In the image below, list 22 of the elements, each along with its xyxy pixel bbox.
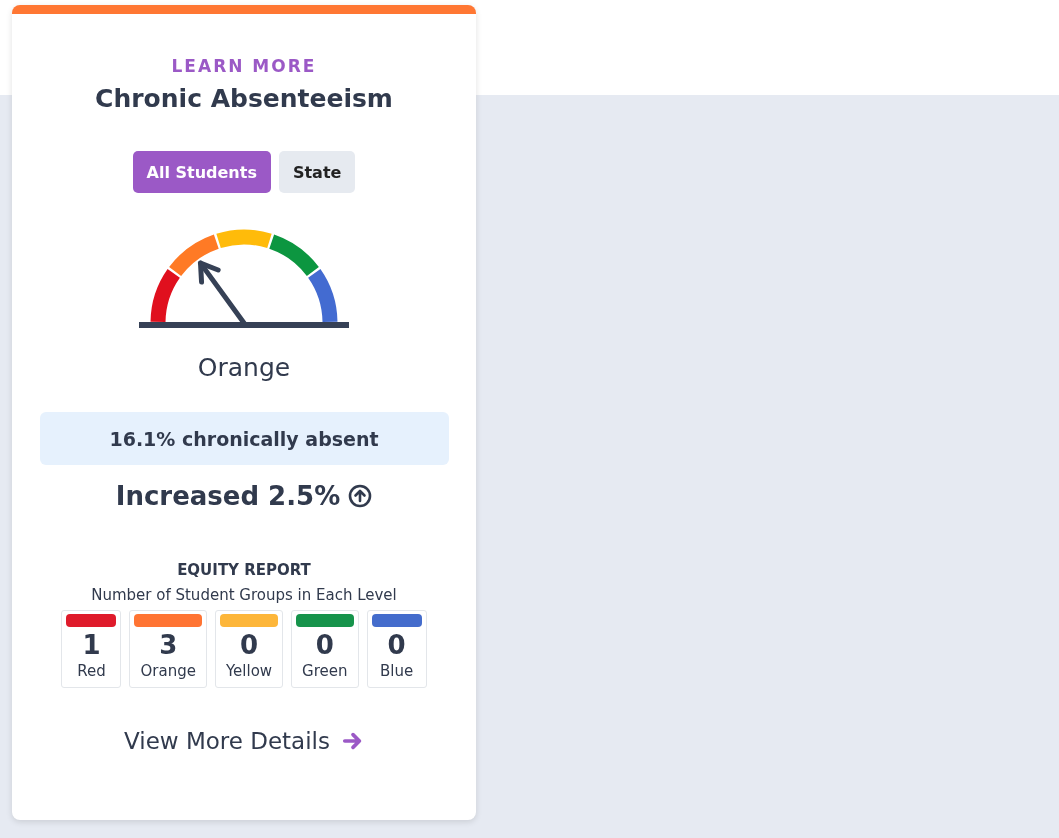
card-title: Chronic Absenteeism xyxy=(95,84,393,113)
arrow-right-icon xyxy=(342,730,364,752)
equity-subtitle: Number of Student Groups in Each Level xyxy=(91,586,397,604)
level-label: Blue xyxy=(378,662,415,680)
filter-tab[interactable]: All Students xyxy=(132,151,271,193)
filter-tab[interactable]: State xyxy=(278,151,356,193)
level-label: Green xyxy=(301,662,349,680)
rate-banner: 16.1% chronically absent xyxy=(39,412,449,465)
change-text: Increased 2.5% xyxy=(115,481,341,511)
equity-title: EQUITY REPORT xyxy=(177,561,311,579)
arrow-up-circle-icon xyxy=(348,484,373,508)
gauge-label: Orange xyxy=(197,353,291,382)
level-count: 0 xyxy=(387,630,406,660)
level-label: Red xyxy=(76,662,107,680)
level-count: 1 xyxy=(82,630,101,660)
level-count: 3 xyxy=(159,630,178,660)
view-details-link[interactable]: View More Details xyxy=(124,728,364,754)
level-count: 0 xyxy=(239,630,259,660)
level-label: Yellow xyxy=(224,662,274,680)
level-label: Orange xyxy=(139,662,197,680)
level-count: 0 xyxy=(315,630,334,660)
eyebrow-label: LEARN MORE xyxy=(171,56,317,76)
